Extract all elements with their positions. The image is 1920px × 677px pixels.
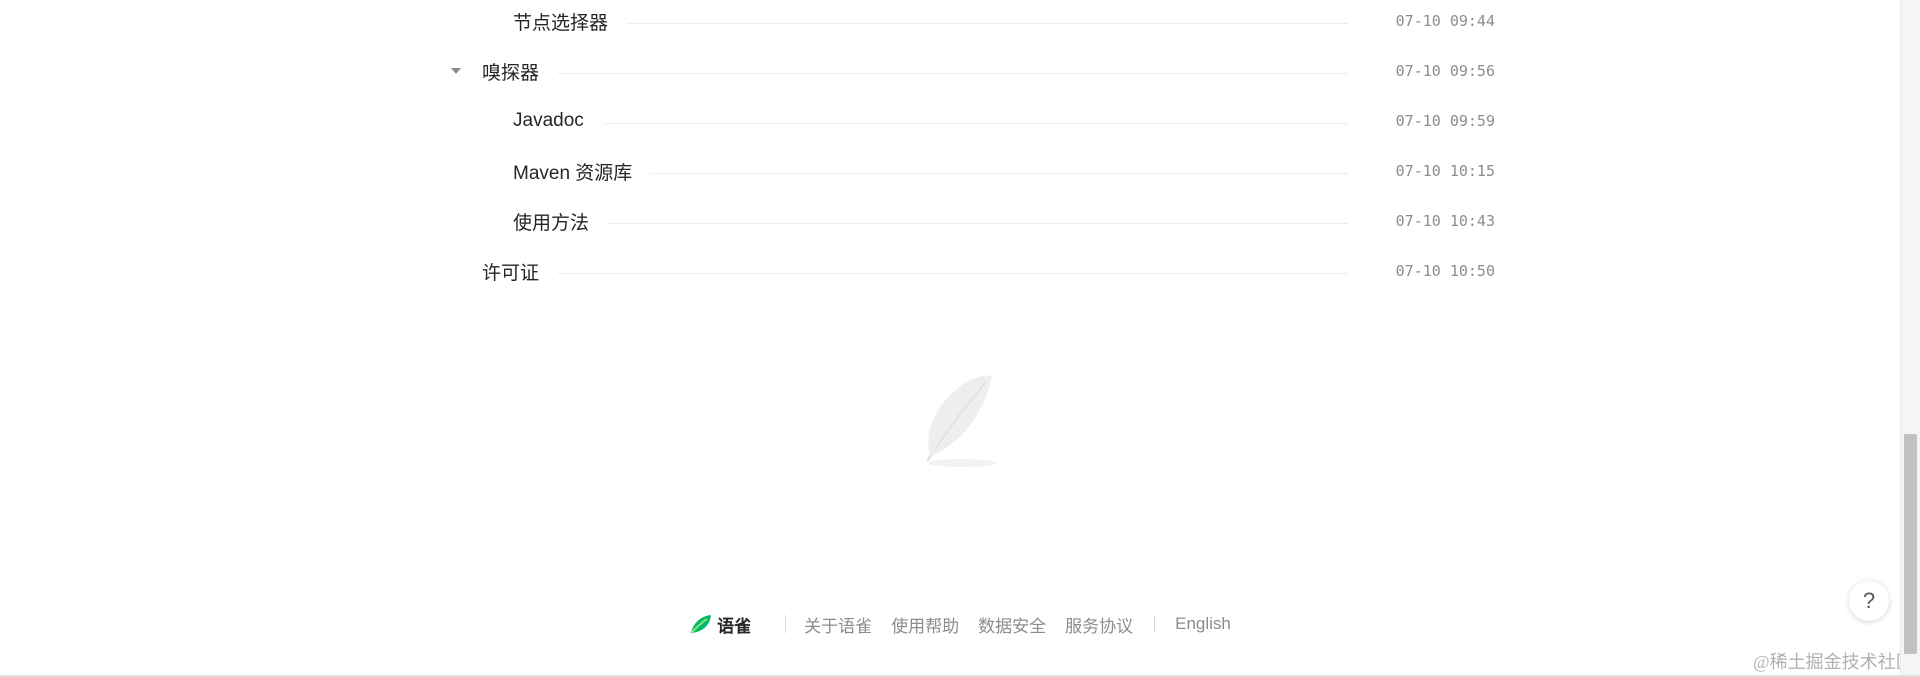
toc-item-title[interactable]: Javadoc xyxy=(513,110,604,132)
toc-leader-dots xyxy=(609,222,1347,224)
footer-link-terms[interactable]: 服务协议 xyxy=(1065,612,1133,637)
footer-divider xyxy=(1154,615,1156,633)
toc-item-title[interactable]: Maven 资源库 xyxy=(513,158,652,185)
toc-item-time: 07-10 09:56 xyxy=(1395,62,1495,80)
toc-item-title[interactable]: 使用方法 xyxy=(513,208,609,235)
caret-down-icon[interactable] xyxy=(451,68,461,74)
toc-leader-dots xyxy=(559,72,1347,74)
scrollbar-thumb[interactable] xyxy=(1904,434,1917,654)
footer-link-help[interactable]: 使用帮助 xyxy=(891,612,959,637)
footer-brand[interactable]: 语雀 xyxy=(689,612,751,637)
toc-item-time: 07-10 09:59 xyxy=(1395,112,1495,130)
toc-item[interactable]: Javadoc 07-10 09:59 xyxy=(455,101,1495,141)
footer-link-security[interactable]: 数据安全 xyxy=(978,612,1046,637)
toc-item[interactable]: 许可证 07-10 10:50 xyxy=(455,251,1495,291)
scrollbar[interactable] xyxy=(1900,0,1920,677)
watermark: @稀土掘金技术社区 xyxy=(1753,652,1914,672)
toc-item[interactable]: 节点选择器 07-10 09:44 xyxy=(455,1,1495,41)
toc-item[interactable]: Maven 资源库 07-10 10:15 xyxy=(455,151,1495,191)
footer: 语雀 关于语雀 使用帮助 数据安全 服务协议 English xyxy=(0,604,1920,644)
footer-link-about[interactable]: 关于语雀 xyxy=(804,612,872,637)
toc-leader-dots xyxy=(628,22,1347,24)
toc-item-title[interactable]: 嗅探器 xyxy=(482,58,559,85)
toc-item-time: 07-10 10:50 xyxy=(1395,262,1495,280)
feather-icon xyxy=(926,375,996,467)
toc-leader-dots xyxy=(559,272,1347,274)
toc-item-time: 07-10 10:15 xyxy=(1395,162,1495,180)
footer-divider xyxy=(785,615,787,633)
toc-item[interactable]: 使用方法 07-10 10:43 xyxy=(455,201,1495,241)
yuque-logo-icon xyxy=(690,615,712,634)
toc-leader-dots xyxy=(603,122,1347,124)
toc-item[interactable]: 嗅探器 07-10 09:56 xyxy=(451,51,1495,91)
toc-item-title[interactable]: 许可证 xyxy=(482,258,559,285)
toc-item-time: 07-10 10:43 xyxy=(1395,212,1495,230)
toc-item-time: 07-10 09:44 xyxy=(1395,12,1495,30)
help-button[interactable]: ? xyxy=(1849,581,1889,621)
toc-leader-dots xyxy=(652,172,1347,174)
footer-language-switch[interactable]: English xyxy=(1175,614,1231,634)
toc-item-title[interactable]: 节点选择器 xyxy=(513,8,628,35)
footer-brand-name: 语雀 xyxy=(717,616,752,636)
